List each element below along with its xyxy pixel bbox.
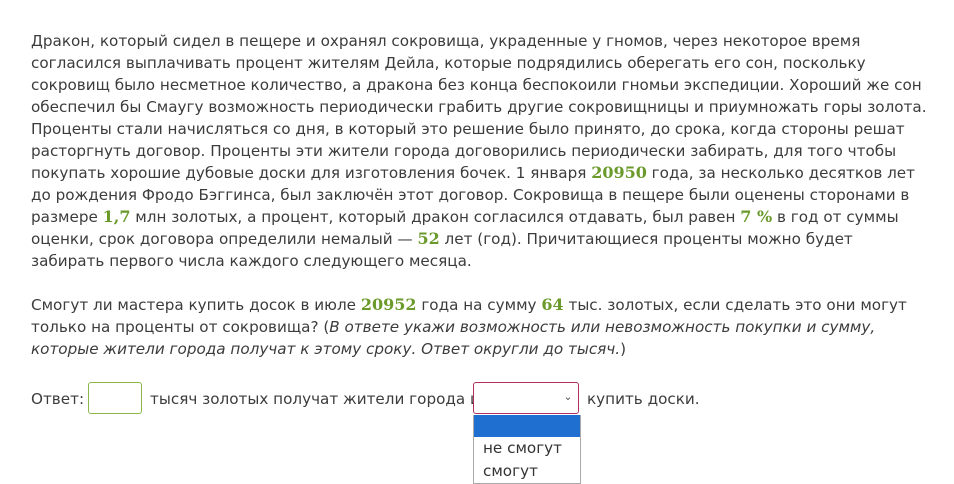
term-years-value: 52 [417, 229, 440, 248]
treasure-amount-value: 1,7 [102, 207, 131, 226]
chevron-down-icon: ⌄ [563, 390, 573, 403]
purchase-year-value: 20952 [360, 295, 417, 314]
text-segment: ) [620, 340, 627, 358]
answer-possibility-select[interactable]: ⌄ [473, 382, 579, 414]
problem-paragraph-2: Смогут ли мастера купить досок в июле 20… [31, 294, 927, 360]
text-segment: года на сумму [416, 296, 542, 314]
select-dropdown-list: не смогут смогут [473, 415, 581, 484]
purchase-sum-value: 64 [541, 295, 564, 314]
answer-end-text: купить доски. [587, 390, 700, 408]
text-segment: млн золотых, а процент, который дракон с… [130, 208, 741, 226]
percent-value: 7 % [740, 207, 773, 226]
answer-label: Ответ: [31, 390, 85, 408]
answer-middle-text: тысяч золотых получат жители города и [150, 390, 480, 408]
text-segment: Дракон, который сидел в пещере и охранял… [31, 32, 927, 182]
dropdown-option-cannot[interactable]: не смогут [474, 437, 580, 460]
text-segment: Смогут ли мастера купить досок в июле [31, 296, 361, 314]
dropdown-option-can[interactable]: смогут [474, 460, 580, 483]
answer-sum-input[interactable] [88, 382, 142, 414]
dropdown-option-empty[interactable] [474, 415, 580, 437]
start-year-value: 20950 [591, 163, 647, 182]
problem-text: Дракон, который сидел в пещере и охранял… [31, 30, 927, 360]
problem-paragraph-1: Дракон, который сидел в пещере и охранял… [31, 30, 927, 272]
